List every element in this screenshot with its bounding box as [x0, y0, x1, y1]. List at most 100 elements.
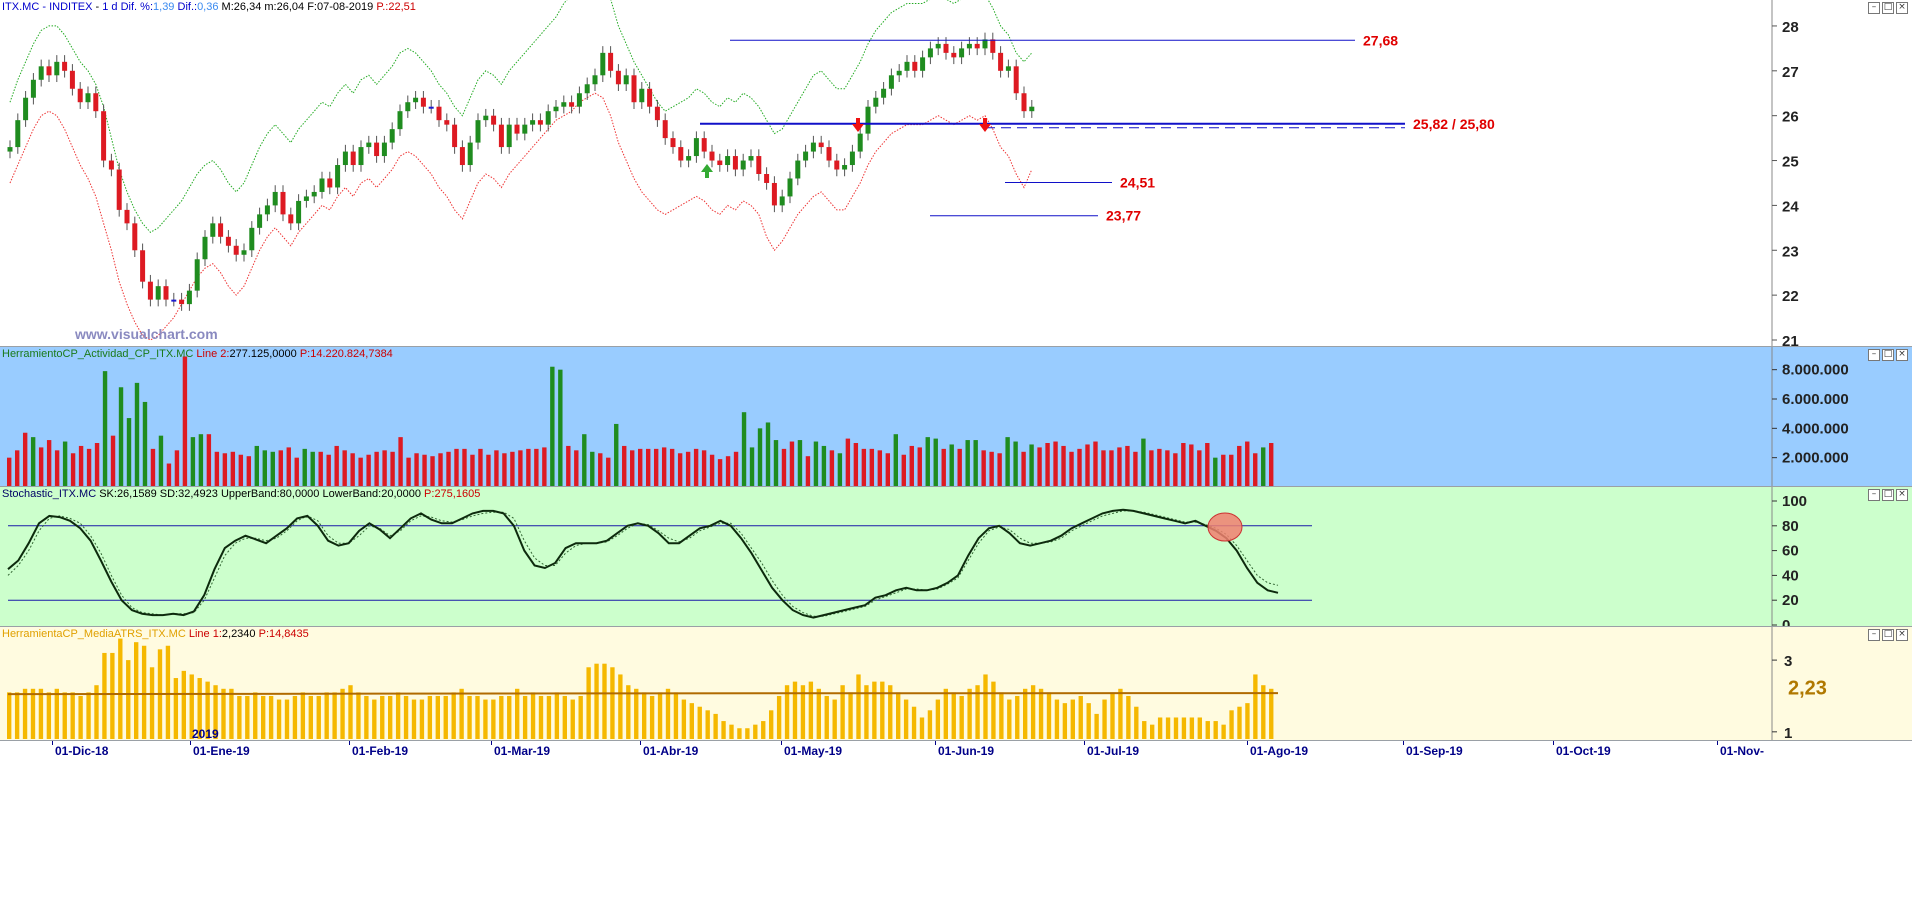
volume-bar — [1053, 441, 1058, 487]
candle-body — [62, 61, 68, 71]
candle-body — [327, 178, 333, 188]
volume-window-controls[interactable]: – □ × — [1866, 348, 1908, 361]
atr-bar — [769, 710, 774, 739]
volume-bar — [805, 456, 811, 487]
volume-bar — [845, 438, 851, 487]
atr-bar — [229, 688, 234, 739]
volume-bar — [414, 453, 419, 487]
atr-bar — [1181, 717, 1187, 739]
close-icon[interactable]: × — [1896, 489, 1908, 501]
atr-chart[interactable]: 312,23 — [0, 627, 1912, 741]
atr-bar — [372, 699, 377, 739]
candle-body — [826, 147, 832, 161]
volume-bar — [406, 457, 411, 487]
volume-bar — [1197, 450, 1202, 487]
volume-bar — [1021, 451, 1026, 487]
volume-bar — [1085, 444, 1090, 487]
volume-panel[interactable]: 8.000.000 6.000.000 4.000.000 2.000.000 Her… — [0, 346, 1912, 487]
atr-bar — [1054, 699, 1060, 739]
upper-band-line — [9, 0, 1033, 233]
candle-body — [647, 88, 653, 107]
candle-body — [740, 160, 746, 170]
candle-body — [140, 250, 146, 282]
candle-body — [413, 97, 419, 103]
atr-bar — [1213, 721, 1218, 739]
maximize-icon[interactable]: □ — [1882, 349, 1894, 361]
candle-body — [920, 57, 926, 71]
atr-window-controls[interactable]: – □ × — [1866, 628, 1908, 641]
atr-panel[interactable]: 3 1 2,23 HerramientaCP_MediaATRS_ITX.MC Li… — [0, 626, 1912, 741]
candle-body — [764, 174, 770, 183]
volume-bar — [534, 448, 539, 487]
volume-bar — [941, 448, 946, 487]
atr-bar — [499, 695, 504, 739]
volume-bar — [470, 454, 475, 487]
x-tick-mark — [1084, 741, 1085, 745]
atr-bar — [1205, 721, 1210, 739]
candle-body — [818, 142, 824, 148]
atr-bar — [149, 667, 155, 739]
candle-body — [701, 138, 707, 152]
sell-arrow-icon — [979, 118, 991, 132]
atr-bar — [1150, 724, 1155, 739]
volume-bar — [638, 448, 643, 487]
volume-bar — [1061, 445, 1066, 487]
atr-bar — [1046, 692, 1052, 739]
price-window-controls[interactable]: – □ × — [1866, 1, 1908, 14]
atr-bar — [848, 692, 853, 739]
volume-bar — [821, 445, 827, 487]
atr-bar — [935, 699, 941, 739]
candle-body — [608, 52, 614, 71]
atr-bar — [657, 692, 663, 739]
close-icon[interactable]: × — [1896, 349, 1908, 361]
atr-bar — [118, 638, 123, 739]
minimize-icon[interactable]: – — [1868, 629, 1880, 641]
volume-bar — [725, 456, 731, 487]
highlight-circle — [1207, 512, 1243, 542]
price-panel[interactable]: 28 27 26 25 24 23 22 21 27,68 25,82 / 25,80 24,51 2… — [0, 0, 1912, 346]
atr-bar — [983, 674, 988, 739]
volume-bar — [661, 447, 667, 487]
atr-bar — [880, 681, 885, 739]
close-icon[interactable]: × — [1896, 629, 1908, 641]
close-icon[interactable]: × — [1896, 2, 1908, 14]
minimize-icon[interactable]: – — [1868, 2, 1880, 14]
candle-body — [1021, 93, 1027, 112]
volume-chart[interactable]: 8.000.000 6.000.000 4.000.000 2.000.000 — [0, 347, 1912, 487]
atr-bar — [173, 678, 179, 739]
price-chart[interactable]: 28 27 26 25 24 23 22 21 27,68 25,82 / 25,80 24,51 2… — [0, 0, 1912, 346]
candle-body — [366, 142, 372, 148]
atr-bar — [324, 692, 329, 739]
maximize-icon[interactable]: □ — [1882, 629, 1894, 641]
stochastic-chart[interactable]: 100806040200 — [0, 487, 1912, 627]
candle-body — [857, 133, 863, 152]
volume-bar — [781, 448, 787, 487]
price-tick-label: 26 — [1782, 109, 1799, 126]
volume-bar — [582, 434, 587, 487]
candle-body — [615, 70, 621, 85]
volume-bar — [206, 434, 212, 487]
candle-body — [436, 106, 442, 121]
maximize-icon[interactable]: □ — [1882, 489, 1894, 501]
atr-bar — [959, 695, 964, 739]
name: INDITEX — [49, 1, 93, 13]
candle-body — [530, 120, 536, 125]
stochastic-window-controls[interactable]: – □ × — [1866, 488, 1908, 501]
x-tick-label: 01-Mar-19 — [494, 744, 551, 758]
x-tick-mark — [349, 741, 350, 745]
candle-body — [725, 156, 731, 166]
x-tick-mark — [781, 741, 782, 745]
minimize-icon[interactable]: – — [1868, 349, 1880, 361]
minimize-icon[interactable]: – — [1868, 489, 1880, 501]
atr-bar — [808, 681, 814, 739]
atr-bar — [832, 699, 837, 739]
atr-bar — [1118, 688, 1123, 739]
maximize-icon[interactable]: □ — [1882, 2, 1894, 14]
price-tick-label: 22 — [1782, 288, 1799, 305]
volume-bar — [1045, 443, 1050, 487]
candle-body — [15, 120, 21, 148]
candle-body — [795, 160, 801, 179]
x-tick-label: 01-Ago-19 — [1250, 744, 1309, 758]
candle-body — [108, 160, 114, 170]
stochastic-panel[interactable]: 100 80 60 40 20 0 Stochastic_ITX.MC SK:26,158… — [0, 486, 1912, 627]
